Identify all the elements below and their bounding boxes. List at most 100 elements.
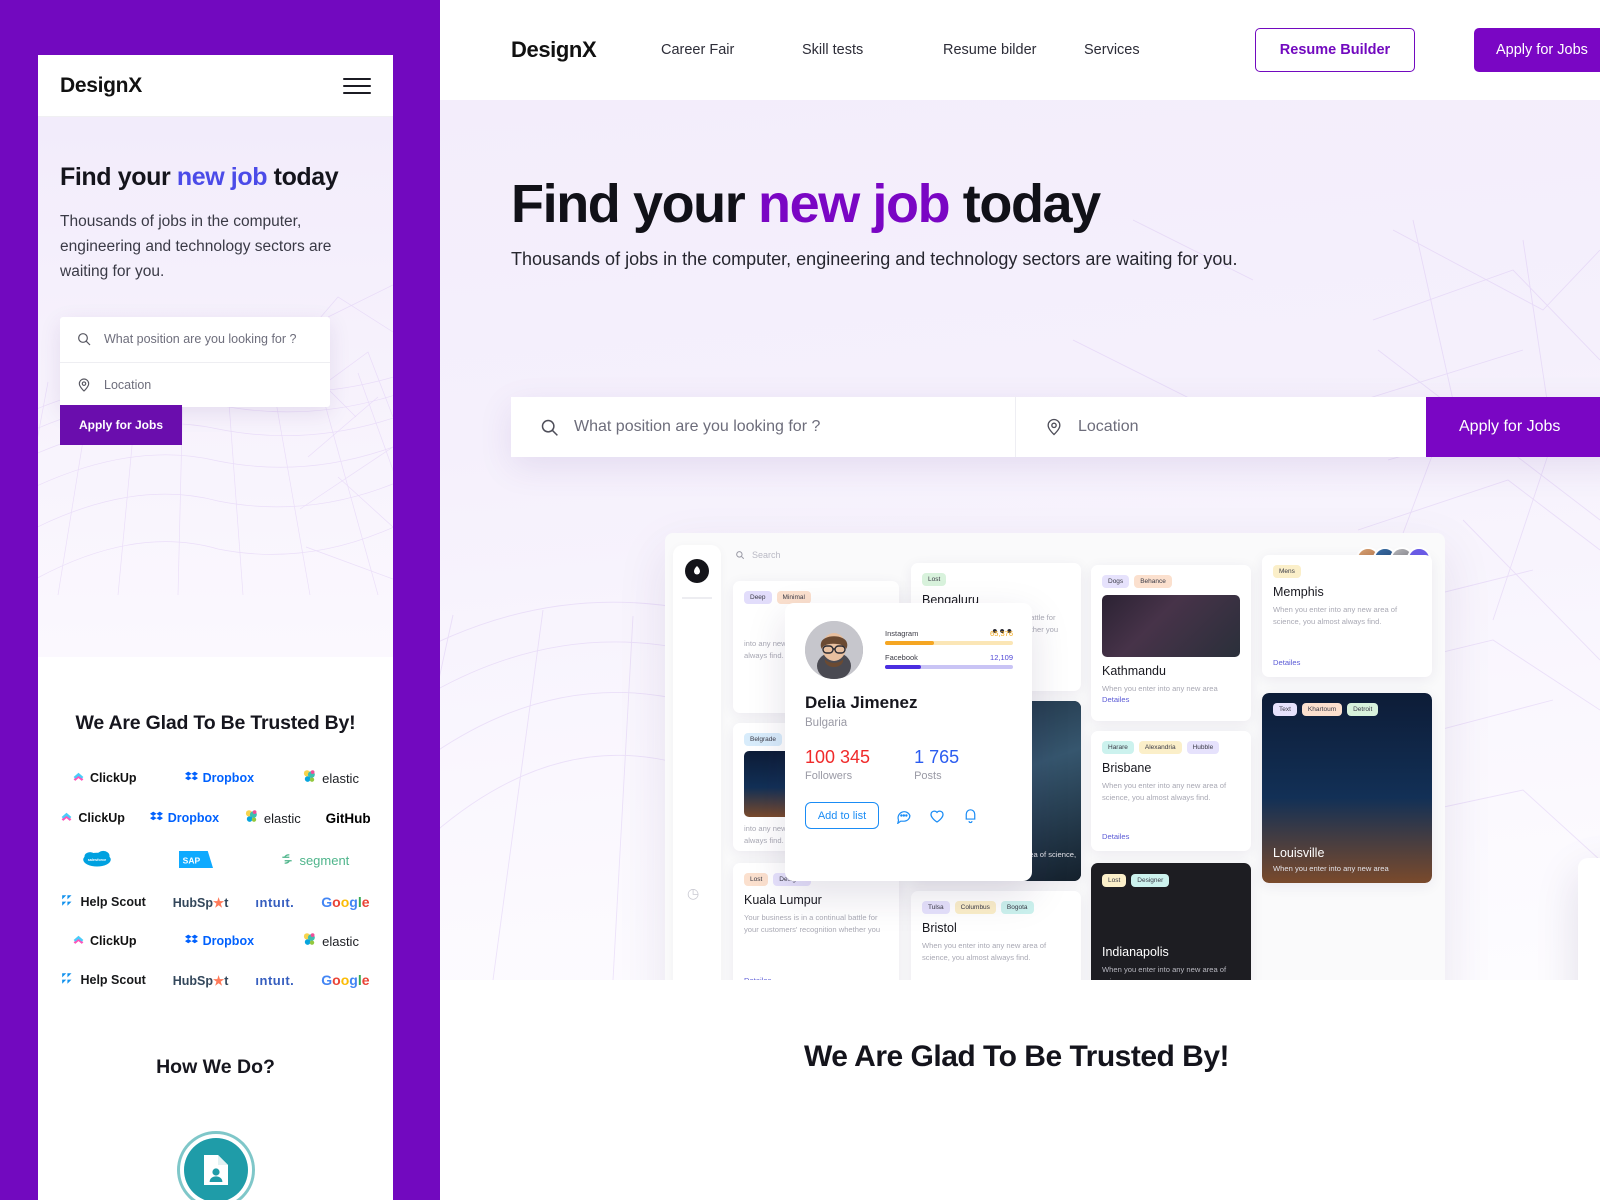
brand-logo-github: GitHub: [325, 810, 371, 826]
tag: Dogs: [1102, 575, 1130, 588]
mobile-location-field[interactable]: Location: [60, 361, 330, 407]
desktop-navbar: DesignX Career Fair Skill tests Resume b…: [433, 0, 1600, 100]
tag: Deep: [744, 591, 772, 604]
brand-logo-sap: SAP: [179, 850, 214, 871]
nav-link-services[interactable]: Services: [1084, 42, 1225, 58]
desktop-search-bar: What position are you looking for ? Loca…: [511, 397, 1600, 457]
mobile-how-heading: How We Do?: [156, 1056, 275, 1078]
hamburger-icon[interactable]: [343, 77, 371, 94]
mobile-topbar: DesignX: [38, 55, 393, 117]
mockup-card-indianapolis[interactable]: Lost Designer Indianapolis When you enter …: [1091, 863, 1251, 980]
desktop-preview-panel: DesignX Career Fair Skill tests Resume b…: [433, 0, 1600, 1200]
tag: Behance: [1134, 575, 1172, 588]
heart-icon[interactable]: [928, 807, 946, 825]
tag: Khartoum: [1301, 703, 1343, 716]
brand-logo-clickup: ClickUp: [72, 933, 137, 949]
mobile-logo-grid: ClickUp Dropbox elastic ClickUp Dropbox elast…: [38, 769, 393, 988]
card-title: Kuala Lumpur: [744, 893, 822, 907]
mobile-hero: Find your new job today Thousands of job…: [38, 117, 393, 657]
search-icon: [736, 551, 745, 560]
brand-logo-dropbox: Dropbox: [149, 810, 219, 826]
desktop-apply-for-jobs-button[interactable]: Apply for Jobs: [1426, 397, 1600, 457]
followers-stat: 100 345 Followers: [805, 747, 870, 782]
apply-for-jobs-nav-button[interactable]: Apply for Jobs: [1474, 28, 1600, 72]
mobile-title-highlight: new job: [176, 163, 268, 191]
card-title: Memphis: [1273, 585, 1324, 599]
mockup-search-field[interactable]: Search: [735, 550, 781, 560]
brand-logo-elastic: elastic: [302, 932, 359, 950]
brand-logo-hubspot: HubSp★t: [172, 895, 229, 910]
brand-logo-dropbox: Dropbox: [184, 933, 254, 949]
brand-logo-salesforce: salesforce: [82, 849, 112, 872]
brand-logo-google: Google: [321, 894, 370, 910]
card-description: When you enter into any new area of scie…: [1102, 965, 1227, 980]
mockup-search-placeholder: Search: [752, 550, 781, 560]
document-person-glyph: [203, 1155, 228, 1185]
tag: Columbus: [954, 901, 996, 914]
mobile-search-card: What position are you looking for ? Loca…: [60, 316, 330, 407]
logo-row: ClickUp Dropbox elastic: [52, 769, 379, 787]
followers-label: Followers: [805, 770, 853, 782]
stat-value: 12,109: [990, 653, 1013, 662]
mobile-how-we-do-section: How We Do?: [38, 998, 393, 1200]
mobile-location-placeholder: Location: [104, 377, 152, 392]
analytics-card: Title ••• InstagramFacebookTwitterGoogle…: [1578, 858, 1600, 980]
mockup-card-brisbane[interactable]: Harare Alexandria Hubble Brisbane When you…: [1091, 731, 1251, 851]
resume-builder-button[interactable]: Resume Builder: [1255, 28, 1415, 72]
card-details-link[interactable]: Detailes: [1102, 695, 1240, 704]
mockup-card-louisville[interactable]: Text Khartoum Detroit Louisville When you e…: [1262, 693, 1432, 883]
add-to-list-button[interactable]: Add to list: [805, 802, 879, 829]
avatar-photo: [805, 621, 863, 679]
mobile-trusted-heading: We Are Glad To Be Trusted By!: [75, 712, 356, 734]
card-title: Louisville: [1273, 845, 1325, 860]
mockup-card-bristol[interactable]: Tulsa Columbus Bogota Bristol When you ent…: [911, 891, 1081, 980]
mobile-apply-for-jobs-button[interactable]: Apply for Jobs: [60, 404, 182, 445]
mockup-clock-icon[interactable]: ◷: [687, 885, 699, 902]
card-image: [1102, 595, 1240, 657]
mobile-position-placeholder: What position are you looking for ?: [104, 332, 297, 347]
mobile-position-field[interactable]: What position are you looking for ?: [60, 317, 330, 362]
tag: Bogota: [1000, 901, 1034, 914]
location-pin-icon: [78, 378, 90, 392]
tag: Alexandria: [1138, 741, 1182, 754]
card-details-link[interactable]: Detailes: [744, 976, 888, 980]
desktop-position-placeholder: What position are you looking for ?: [574, 418, 821, 435]
tag: Hubble: [1186, 741, 1220, 754]
tag: Mens: [1273, 565, 1301, 578]
brand-logo-google: Google: [321, 972, 370, 988]
nav-link-career-fair[interactable]: Career Fair: [661, 42, 802, 58]
nav-link-resume-bilder[interactable]: Resume bilder: [943, 42, 1084, 58]
bell-icon[interactable]: [962, 807, 979, 824]
card-title: Bristol: [922, 921, 957, 935]
search-icon: [541, 419, 558, 436]
facebook-progress-bar: [885, 665, 1013, 669]
nav-link-skill-tests[interactable]: Skill tests: [802, 42, 943, 58]
brand-logo-hubspot: HubSp★t: [172, 973, 229, 988]
desktop-hero-title: Find your new job today: [511, 174, 1101, 234]
mockup-sidebar: ◷ ⌂: [673, 545, 721, 980]
mockup-card-memphis[interactable]: Mens Memphis When you enter into any new…: [1262, 555, 1432, 677]
desktop-position-field[interactable]: What position are you looking for ?: [511, 397, 1016, 457]
mockup-app-logo-icon: [685, 559, 709, 583]
mobile-device-frame: DesignX Find your new job today Thousand…: [38, 55, 393, 1200]
tag: Tulsa: [922, 901, 950, 914]
mobile-hero-title: Find your new job today: [60, 163, 339, 191]
card-description: Your business is in a continual battle f…: [744, 913, 881, 935]
card-description: When you enter into any new area of scie…: [1102, 781, 1227, 803]
mobile-preview-panel: DesignX Find your new job today Thousand…: [0, 0, 433, 1200]
posts-value: 1 765: [914, 747, 960, 767]
search-icon: [78, 333, 91, 346]
card-details-link[interactable]: Detailes: [1273, 658, 1421, 667]
chat-icon[interactable]: [895, 807, 912, 824]
logo-row: Help Scout HubSp★t ıntuıt. Google: [52, 972, 379, 988]
tag: Detroit: [1347, 703, 1379, 716]
tag: Lost: [1102, 874, 1127, 887]
desktop-trusted-heading: We Are Glad To Be Trusted By!: [803, 1040, 1230, 1073]
desktop-location-field[interactable]: Location: [1016, 397, 1426, 457]
mockup-card-kathmandu[interactable]: Dogs Behance Kathmandu When you enter int…: [1091, 565, 1251, 721]
card-details-link[interactable]: Detailes: [1102, 832, 1240, 841]
posts-stat: 1 765 Posts: [914, 747, 959, 782]
stat-label: Instagram: [885, 629, 919, 638]
tag: Text: [1273, 703, 1297, 716]
profile-card: ••• Instagram 65,376 Facebook 12,109 Del…: [785, 603, 1032, 881]
